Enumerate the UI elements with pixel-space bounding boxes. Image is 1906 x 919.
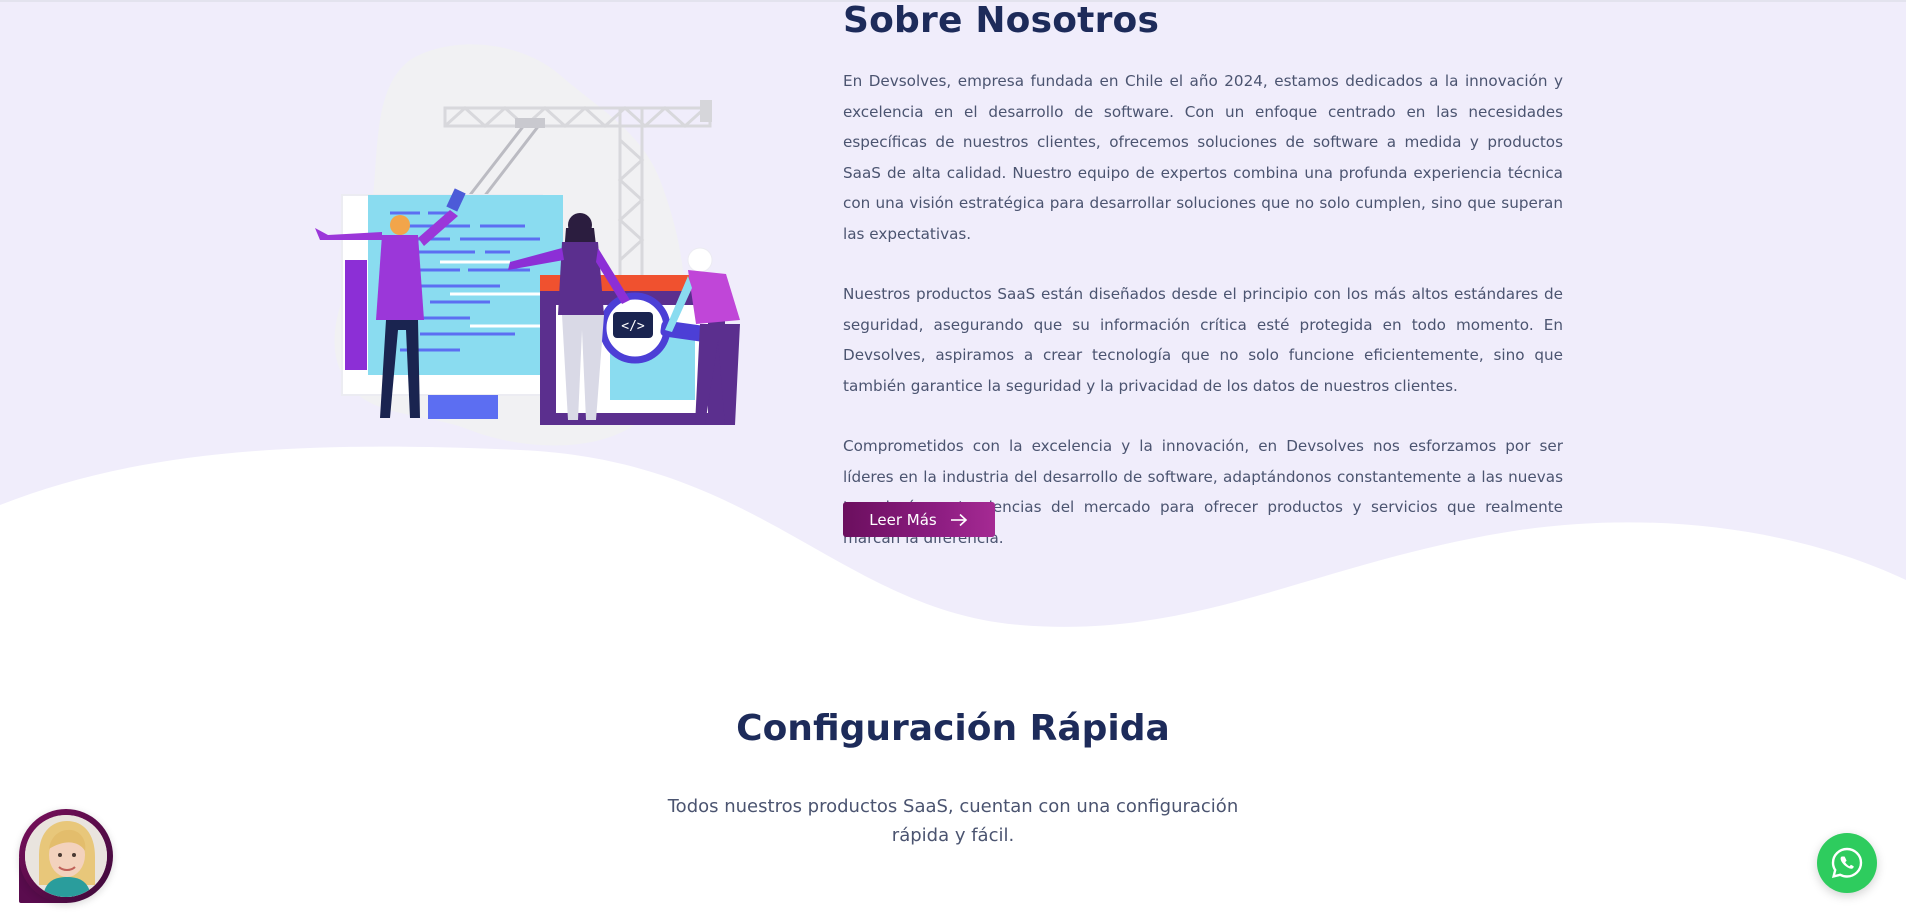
leer-mas-button[interactable]: Leer Más [843, 502, 995, 537]
about-title: Sobre Nosotros [843, 0, 1160, 41]
arrow-right-icon [950, 513, 967, 526]
about-paragraph-2: Nuestros productos SaaS están diseñados … [843, 285, 1563, 395]
config-title: Configuración Rápida [736, 708, 1170, 749]
avatar-portrait [25, 815, 107, 897]
chat-avatar-widget[interactable] [19, 809, 113, 903]
avatar [25, 815, 107, 897]
leer-mas-label: Leer Más [869, 510, 937, 529]
whatsapp-icon [1831, 847, 1863, 879]
team-construction-illustration: </> [315, 44, 740, 446]
about-paragraph-1: En Devsolves, empresa fundada en Chile e… [843, 72, 1563, 243]
whatsapp-button[interactable] [1817, 833, 1877, 893]
svg-text:</>: </> [621, 319, 645, 334]
config-subtitle: Todos nuestros productos SaaS, cuentan c… [667, 796, 1239, 846]
